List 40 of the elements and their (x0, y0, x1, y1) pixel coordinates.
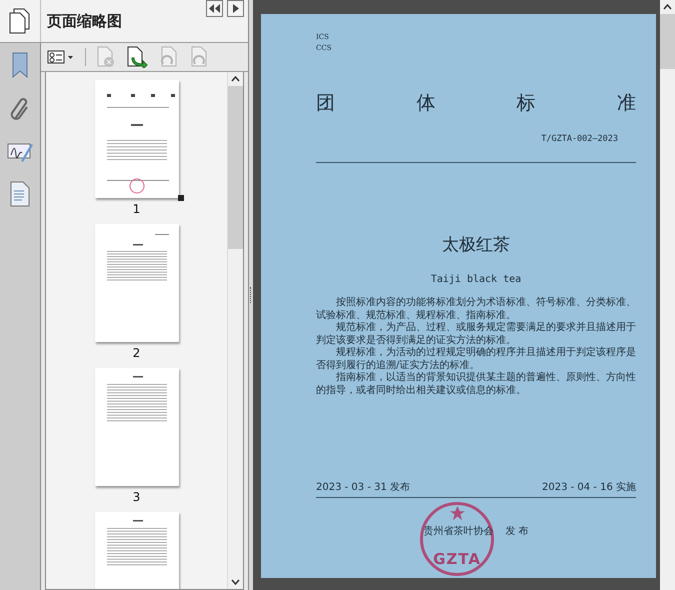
english-title: Taiji black tea (430, 274, 522, 285)
page-number: 3 (132, 490, 140, 506)
page-thumbnail[interactable] (94, 224, 178, 342)
toolbar-button[interactable] (126, 46, 148, 68)
seal-text: GZTA (433, 550, 481, 568)
star-icon (448, 506, 466, 521)
issue-date: 2023 - 03 - 31 发布 (316, 481, 410, 494)
collapse-panel-button[interactable] (206, 0, 223, 17)
right-arrow-icon (232, 4, 238, 13)
page-thumbnail[interactable] (94, 368, 178, 486)
insert-page-icon (126, 46, 148, 68)
paragraph: 规范标准，为产品、过程、或服务规定需要满足的要求并且描述用于判定该要求是否得到满足的证实方法的标准。 (316, 322, 636, 346)
signature-icon[interactable] (7, 141, 33, 163)
heading-character: 准 (616, 91, 636, 116)
document-icon[interactable] (10, 181, 30, 207)
bookmark-icon[interactable] (10, 51, 30, 79)
delete-page-icon (96, 46, 116, 68)
page-rotate-icon (158, 46, 178, 68)
heading-character: 团 (316, 91, 335, 116)
toolbar-button[interactable] (47, 50, 75, 64)
list-options-icon (47, 50, 75, 64)
heading-character: 体 (416, 91, 436, 116)
view-handle-icon[interactable] (178, 195, 184, 201)
pages-icon[interactable] (8, 8, 32, 34)
expand-button[interactable] (227, 0, 244, 17)
panel-title: 页面缩略图 (46, 10, 123, 32)
scrollbar-thumb[interactable] (660, 14, 675, 69)
effective-date: 2023 - 04 - 16 实施 (542, 480, 636, 494)
double-left-arrow-icon (209, 4, 220, 13)
heading-character: 标 (516, 91, 536, 116)
document-title: 太极红茶 (442, 234, 510, 256)
page-thumbnail[interactable] (94, 80, 178, 198)
standard-number: T/GZTA-002—2023 (541, 134, 618, 144)
scrollbar-thumb[interactable] (228, 86, 243, 249)
paragraph: 按照标准内容的功能将标准划分为术语标准、符号标准、分类标准、试验标准、规范标准、规程标准、指南标准。 (316, 297, 636, 322)
publish-label: 发 布 (505, 525, 529, 538)
paragraph: 指南标准，以适当的背景知识提供某主题的普遍性、原则性、方向性的指导，或者同时给出相关建议或信息的标准。 (316, 372, 636, 397)
page-number: 2 (132, 346, 140, 362)
page-number: 1 (132, 202, 140, 218)
paragraph: 规程标准，为活动的过程规定明确的程序并且描述用于判定该程序是否得到履行的追溯/证实方法的标准。 (316, 347, 636, 372)
